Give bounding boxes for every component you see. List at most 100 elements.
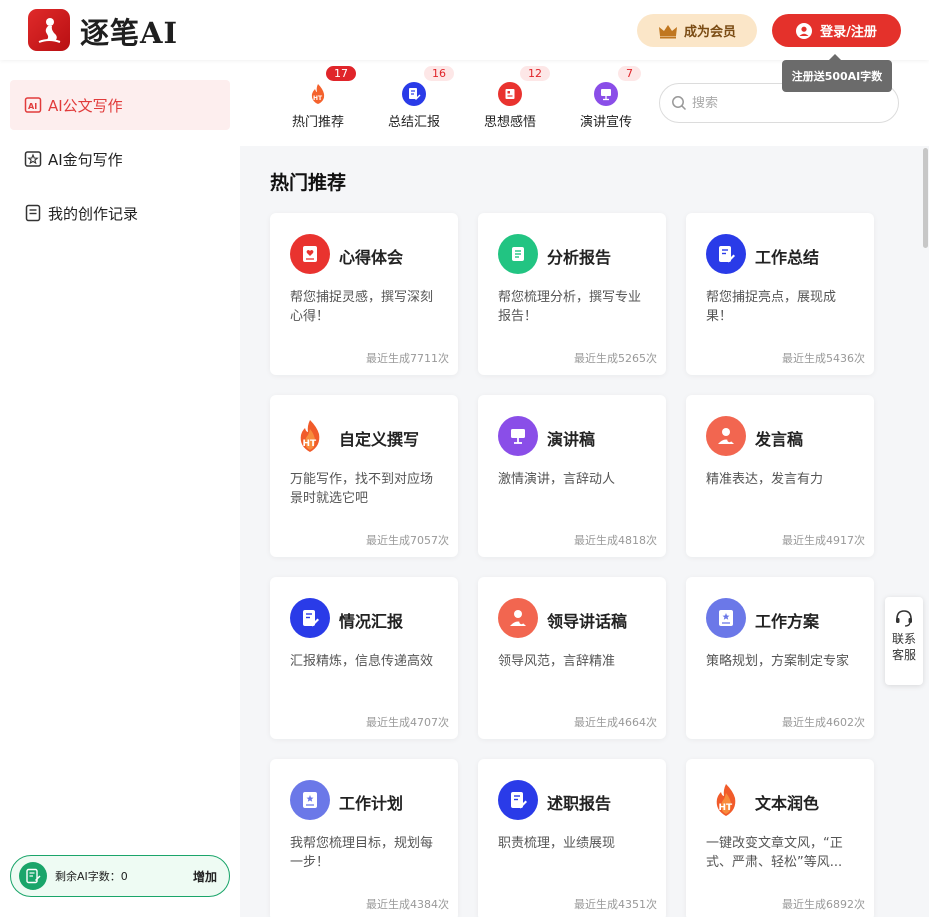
feature-card[interactable]: HT 文本润色 一键改变文章文风，“正式、严肃、轻松”等风... 最近生成6892次: [686, 759, 874, 917]
svg-text:HT: HT: [313, 95, 323, 102]
tab-hot-recommend[interactable]: 17 HT 热门推荐: [278, 66, 358, 130]
feature-card[interactable]: 演讲稿激情演讲，言辞动人最近生成4818次: [478, 395, 666, 557]
card-usage-count: 最近生成5265次: [574, 352, 657, 365]
quota-pen-icon: [19, 862, 47, 890]
logo-icon[interactable]: [28, 9, 70, 51]
svg-text:AI: AI: [28, 102, 37, 111]
sidebar-item-label: AI公文写作: [48, 96, 123, 115]
fire-ht-icon: HT: [706, 780, 746, 820]
search-icon: [672, 96, 687, 111]
tab-count-badge: 16: [424, 66, 454, 81]
card-title: 心得体会: [339, 248, 404, 267]
tab-label: 总结汇报: [387, 115, 440, 130]
sidebar-item-label: 我的创作记录: [48, 204, 139, 223]
plan-doc-icon: [706, 598, 746, 638]
contact-service-button[interactable]: 联系客服: [885, 597, 923, 685]
feature-card[interactable]: 分析报告帮您梳理分析，撰写专业报告！ 最近生成5265次: [478, 213, 666, 375]
sidebar-item-my-records[interactable]: 我的创作记录: [10, 188, 230, 238]
record-icon: [24, 204, 42, 222]
scrollbar[interactable]: [923, 148, 928, 248]
card-title: 分析报告: [547, 248, 612, 267]
ai-doc-icon: AI: [24, 96, 42, 114]
card-title: 工作方案: [755, 612, 820, 631]
feature-card[interactable]: 工作方案策略规划，方案制定专家最近生成4602次: [686, 577, 874, 739]
feature-card[interactable]: 情况汇报 汇报精炼，信息传递高效 最近生成4707次: [270, 577, 458, 739]
scroll-icon: [498, 234, 538, 274]
search-input[interactable]: [692, 95, 872, 111]
tab-count-badge: 12: [520, 66, 550, 81]
become-member-label: 成为会员: [683, 25, 736, 40]
remaining-quota-bar: 剩余AI字数：0 增加: [10, 855, 230, 897]
card-description: 激情演讲，言辞动人: [498, 472, 616, 487]
add-quota-button[interactable]: 增加: [193, 868, 217, 885]
section-title: 热门推荐: [270, 172, 347, 194]
sidebar-item-ai-quote-writing[interactable]: AI金句写作: [10, 134, 230, 184]
pen-doc-icon: [290, 598, 330, 638]
card-title: 自定义撰写: [339, 430, 420, 449]
speaker-icon: [498, 598, 538, 638]
sidebar-item-ai-doc-writing[interactable]: AI AI公文写作: [10, 80, 230, 130]
card-usage-count: 最近生成7711次: [366, 352, 449, 365]
contact-service-label: 联系客服: [891, 632, 916, 662]
card-usage-count: 最近生成7057次: [366, 534, 449, 547]
feature-card[interactable]: 工作计划 我帮您梳理目标，规划每一步！ 最近生成4384次: [270, 759, 458, 917]
sidebar-item-label: AI金句写作: [48, 150, 123, 169]
speaker-icon: [706, 416, 746, 456]
feature-card[interactable]: 述职报告职责梳理，业绩展现最近生成4351次: [478, 759, 666, 917]
card-description: 策略规划，方案制定专家: [706, 654, 850, 669]
fire-icon: HT: [306, 82, 330, 106]
top-header: 逐笔AI 成为会员 登录/注册: [0, 0, 929, 60]
feature-card[interactable]: 发言稿精准表达，发言有力最近生成4917次: [686, 395, 874, 557]
speech-icon: [594, 82, 618, 106]
card-usage-count: 最近生成4917次: [782, 534, 865, 547]
pen-doc-icon: [706, 234, 746, 274]
sidebar: AI AI公文写作 AI金句写作 我的创作记录 剩余AI字数：0 增加: [0, 60, 240, 917]
card-usage-count: 最近生成4818次: [574, 534, 657, 547]
card-description: 万能写作，找不到对应场景时就选它吧: [290, 472, 434, 506]
card-description: 帮您捕捉灵感，撰写深刻心得！: [290, 290, 434, 324]
tab-count-badge: 7: [618, 66, 641, 81]
feature-card[interactable]: 工作总结 帮您捕捉亮点，展现成果！ 最近生成5436次: [686, 213, 874, 375]
card-description: 精准表达，发言有力: [706, 472, 824, 487]
tab-count-badge: 17: [326, 66, 356, 81]
tab-summary-report[interactable]: 16 总结汇报: [374, 66, 454, 130]
tab-label: 思想感悟: [483, 115, 536, 130]
card-title: 领导讲话稿: [547, 612, 628, 631]
tab-label: 演讲宣传: [579, 115, 632, 130]
summary-icon: [402, 82, 426, 106]
svg-text:HT: HT: [719, 803, 734, 813]
plan-doc-icon: [290, 780, 330, 820]
tab-label: 热门推荐: [291, 115, 344, 130]
feature-card[interactable]: HT 自定义撰写万能写作，找不到对应场景时就选它吧最近生成7057次: [270, 395, 458, 557]
headset-icon: [896, 610, 912, 627]
card-usage-count: 最近生成4602次: [782, 716, 865, 729]
card-description: 帮您梳理分析，撰写专业报告！: [498, 290, 642, 324]
tab-thoughts[interactable]: 12 思想感悟: [470, 66, 550, 130]
become-member-button[interactable]: 成为会员: [637, 14, 757, 47]
login-register-label: 登录/注册: [820, 25, 877, 40]
card-usage-count: 最近生成5436次: [782, 352, 865, 365]
card-description: 一键改变文章文风，“正式、严肃、轻松”等风...: [706, 836, 843, 870]
remaining-quota-label: 剩余AI字数：0: [55, 870, 128, 883]
card-title: 发言稿: [755, 430, 804, 449]
card-title: 情况汇报: [339, 612, 404, 631]
svg-text:HT: HT: [303, 439, 318, 449]
feature-card[interactable]: 心得体会帮您捕捉灵感，撰写深刻心得！ 最近生成7711次: [270, 213, 458, 375]
logo-text[interactable]: 逐笔AI: [80, 10, 178, 52]
heart-doc-icon: [290, 234, 330, 274]
card-title: 演讲稿: [547, 430, 596, 449]
fire-ht-icon: HT: [290, 416, 330, 456]
tab-speech-promotion[interactable]: 7 演讲宣传: [566, 66, 646, 130]
login-register-button[interactable]: 登录/注册: [772, 14, 901, 47]
card-description: 汇报精炼，信息传递高效: [290, 654, 434, 669]
register-bonus-tooltip: 注册送500AI字数: [782, 54, 892, 92]
card-usage-count: 最近生成4351次: [574, 898, 657, 911]
card-title: 述职报告: [547, 794, 612, 813]
card-usage-count: 最近生成4384次: [366, 898, 449, 911]
card-title: 文本润色: [755, 794, 820, 813]
card-description: 领导风范，言辞精准: [498, 654, 616, 669]
card-description: 职责梳理，业绩展现: [498, 836, 616, 851]
feature-card[interactable]: 领导讲话稿 领导风范，言辞精准 最近生成4664次: [478, 577, 666, 739]
user-icon: [796, 22, 813, 39]
crown-icon: [658, 24, 677, 38]
